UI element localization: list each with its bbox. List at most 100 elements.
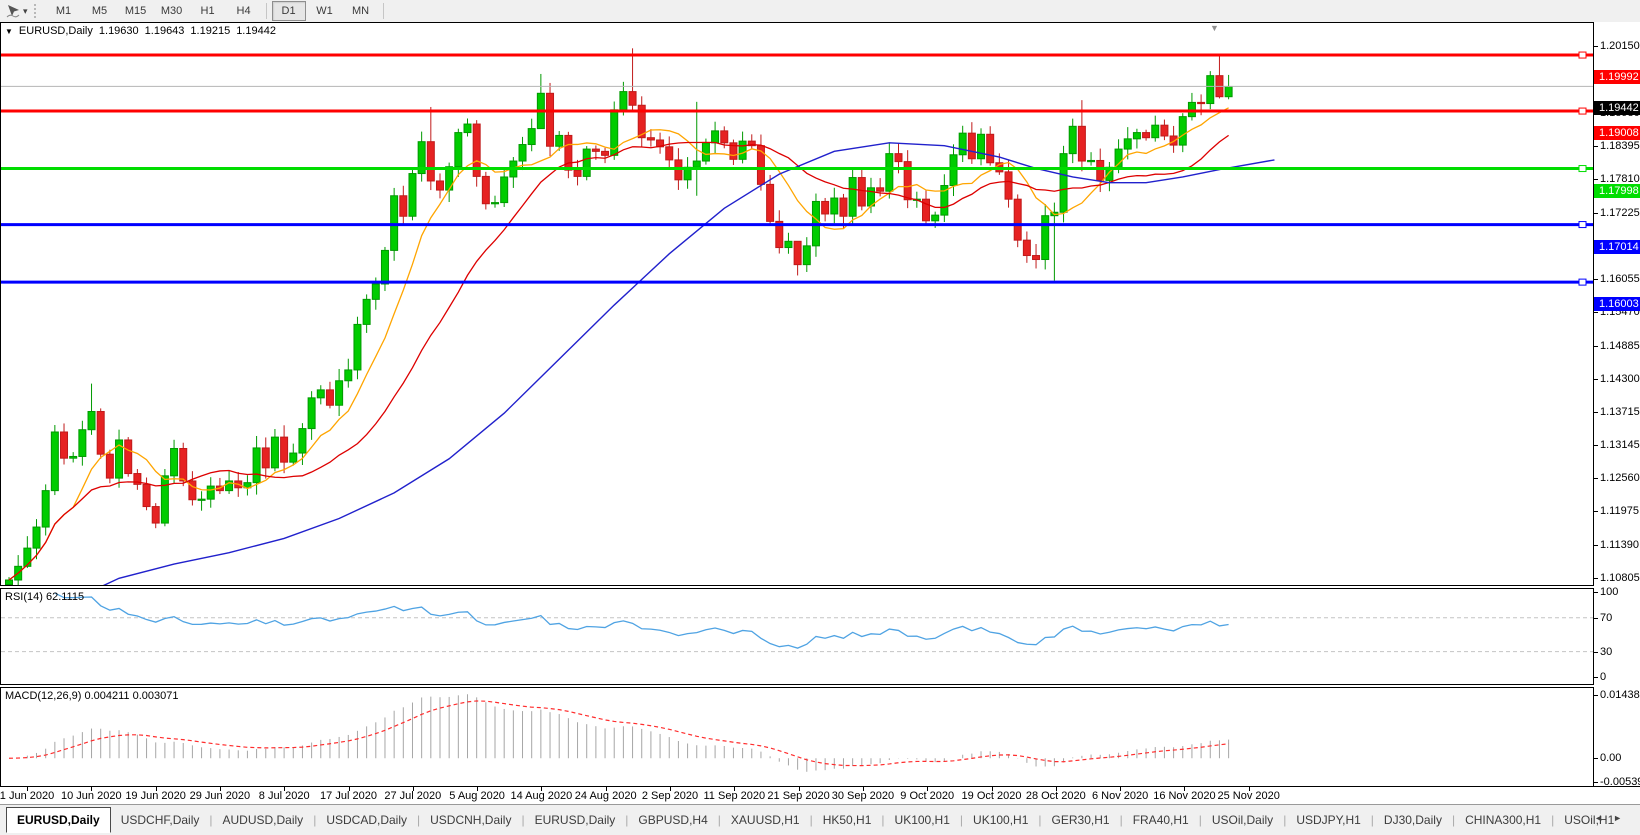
candle-body xyxy=(528,129,535,145)
chart-tab-USDCHF-Daily[interactable]: USDCHF,Daily xyxy=(111,810,210,831)
candle-body xyxy=(51,432,58,491)
timeframe-button-M30[interactable]: M30 xyxy=(155,1,189,21)
chart-tab-DJ30-Daily[interactable]: DJ30,Daily xyxy=(1374,810,1452,831)
macd-canvas[interactable] xyxy=(1,688,1593,785)
chart-tab-USOil-Daily[interactable]: USOil,Daily xyxy=(1202,810,1283,831)
price-axis-tick: 1.13145 xyxy=(1600,439,1640,451)
candle-body xyxy=(877,188,884,191)
axis-tick-dash xyxy=(1594,618,1598,619)
candle-body xyxy=(372,284,379,299)
candle-body xyxy=(592,149,599,151)
timeframe-buttons: M1M5M15M30H1H4 D1W1MN xyxy=(46,1,388,21)
date-label: 17 Jul 2020 xyxy=(320,790,377,802)
candle-body xyxy=(363,299,370,324)
chart-tab-GER30-H1[interactable]: GER30,H1 xyxy=(1042,810,1120,831)
candle-body xyxy=(97,411,104,454)
candle-body xyxy=(464,124,471,133)
timeframe-button-H4[interactable]: H4 xyxy=(227,1,261,21)
candle-body xyxy=(70,456,77,458)
chart-tab-UK100-H1[interactable]: UK100,H1 xyxy=(885,810,960,831)
candle-body xyxy=(253,448,260,483)
axis-tick-dash xyxy=(1594,379,1598,380)
candle-body xyxy=(1179,117,1186,145)
axis-tick-dash xyxy=(1594,578,1598,579)
chart-tab-GBPUSD-H4[interactable]: GBPUSD,H4 xyxy=(628,810,717,831)
timeframe-button-MN[interactable]: MN xyxy=(344,1,378,21)
main-chart-canvas[interactable] xyxy=(1,23,1593,585)
axis-tick-dash xyxy=(1594,511,1598,512)
chart-tab-USDCAD-Daily[interactable]: USDCAD,Daily xyxy=(316,810,417,831)
toolbar-grip[interactable] xyxy=(34,4,40,18)
timeframe-button-M15[interactable]: M15 xyxy=(119,1,153,21)
candle-body xyxy=(455,133,462,167)
candle-body xyxy=(556,135,563,146)
tab-scroll-right-icon[interactable]: ► xyxy=(1613,813,1632,823)
cursor-tool-icon[interactable] xyxy=(3,2,23,20)
date-label: 19 Oct 2020 xyxy=(962,790,1022,802)
candle-body xyxy=(1060,154,1067,213)
dropdown-caret-icon[interactable]: ▾ xyxy=(23,6,28,17)
chart-tab-USDCNH-Daily[interactable]: USDCNH,Daily xyxy=(420,810,521,831)
axis-tick-dash xyxy=(1594,412,1598,413)
candle-body xyxy=(290,453,297,462)
timeframe-toolbar: ▾ M1M5M15M30H1H4 D1W1MN xyxy=(0,0,1640,22)
candle-body xyxy=(501,177,508,203)
hline-handle[interactable] xyxy=(1579,108,1586,114)
chart-tab-XAUUSD-H1[interactable]: XAUUSD,H1 xyxy=(721,810,810,831)
candle-body xyxy=(858,178,865,206)
candle-body xyxy=(721,131,728,143)
chart-tab-EURUSD-Daily[interactable]: EURUSD,Daily xyxy=(525,810,626,831)
candle-body xyxy=(932,215,939,221)
candle-body xyxy=(492,203,499,204)
candle-body xyxy=(198,499,205,500)
chart-tab-UK100-H1[interactable]: UK100,H1 xyxy=(963,810,1038,831)
price-axis-tick: 1.14885 xyxy=(1600,340,1640,352)
axis-tick-dash xyxy=(1594,312,1598,313)
chart-tab-HK50-H1[interactable]: HK50,H1 xyxy=(813,810,882,831)
ma-medium xyxy=(9,135,1229,580)
candle-body xyxy=(1133,133,1140,139)
chart-tab-EURUSD-Daily[interactable]: EURUSD,Daily xyxy=(6,807,111,833)
hline-handle[interactable] xyxy=(1579,222,1586,228)
date-label: 1 Jun 2020 xyxy=(0,790,54,802)
timeframe-button-M5[interactable]: M5 xyxy=(83,1,117,21)
collapse-triangle-icon[interactable]: ▼ xyxy=(5,27,13,36)
price-axis-tick: 1.13715 xyxy=(1600,406,1640,418)
date-label: 8 Jul 2020 xyxy=(259,790,310,802)
candle-body xyxy=(959,133,966,155)
tab-scroll-left-icon[interactable]: ◄ xyxy=(1594,813,1613,823)
timeframe-button-M1[interactable]: M1 xyxy=(47,1,81,21)
timeframe-button-H1[interactable]: H1 xyxy=(191,1,225,21)
ma-fast xyxy=(9,108,1229,580)
hline-handle[interactable] xyxy=(1579,52,1586,58)
chart-tab-AUDUSD-Daily[interactable]: AUDUSD,Daily xyxy=(213,810,314,831)
chart-tab-USDJPY-H1[interactable]: USDJPY,H1 xyxy=(1286,810,1370,831)
rsi-canvas[interactable] xyxy=(1,589,1593,684)
date-label: 21 Sep 2020 xyxy=(767,790,829,802)
date-label: 29 Jun 2020 xyxy=(190,790,251,802)
candle-body xyxy=(1097,160,1104,180)
chart-tab-CHINA300-H1[interactable]: CHINA300,H1 xyxy=(1455,810,1551,831)
price-badge-1.19992: 1.19992 xyxy=(1594,70,1640,84)
candle-body xyxy=(602,151,609,155)
candle-body xyxy=(840,198,847,216)
timeframe-button-W1[interactable]: W1 xyxy=(308,1,342,21)
axis-tick-dash xyxy=(1594,213,1598,214)
candle-body xyxy=(345,370,352,381)
hline-handle[interactable] xyxy=(1579,279,1586,285)
candle-body xyxy=(1198,102,1205,103)
candle-body xyxy=(262,448,269,468)
date-label: 25 Nov 2020 xyxy=(1217,790,1279,802)
price-axis-tick: 1.20150 xyxy=(1600,40,1640,52)
timeframe-button-D1[interactable]: D1 xyxy=(272,1,306,21)
hline-handle[interactable] xyxy=(1579,166,1586,172)
chart-shift-marker-icon[interactable]: ▼ xyxy=(1210,23,1219,33)
date-label: 9 Oct 2020 xyxy=(900,790,954,802)
tab-scroll-arrows: ◄► xyxy=(1594,813,1632,823)
price-axis: 1.201501.195651.189801.183951.178101.172… xyxy=(1594,22,1640,786)
price-axis-tick: 1.12560 xyxy=(1600,472,1640,484)
candle-body xyxy=(1078,126,1085,161)
chart-tab-FRA40-H1[interactable]: FRA40,H1 xyxy=(1123,810,1199,831)
ohlc-low: 1.19215 xyxy=(190,25,230,37)
rsi-line xyxy=(55,593,1229,648)
